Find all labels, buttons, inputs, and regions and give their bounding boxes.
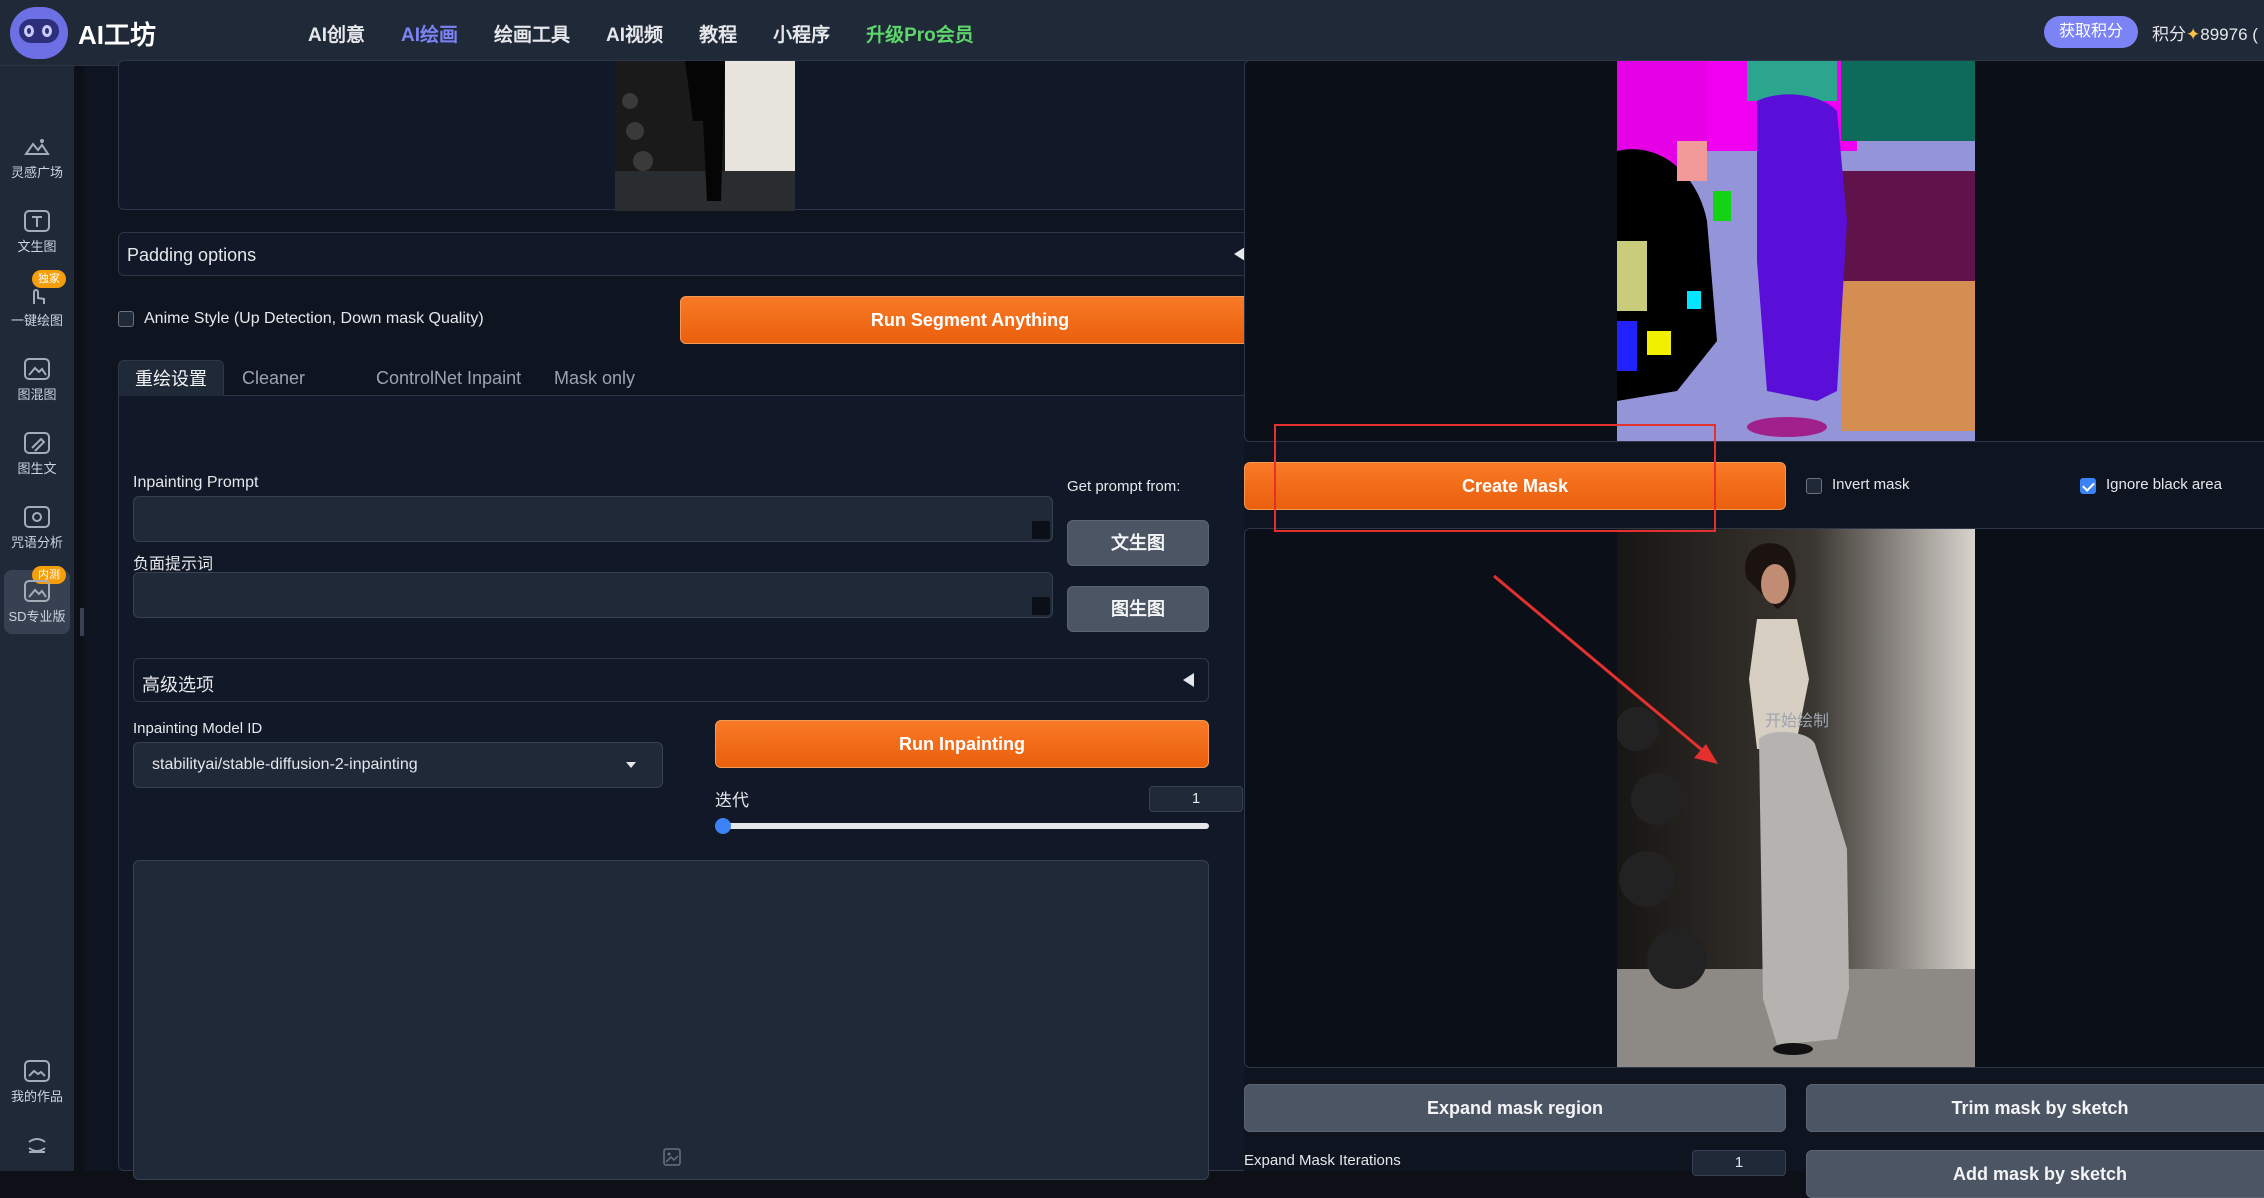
sidebar-item-label: 一键绘图: [10, 313, 63, 328]
sketch-canvas[interactable]: 开始绘制: [1244, 528, 2264, 1068]
ignore-black-area-label: Ignore black area: [2106, 476, 2222, 493]
invert-mask-checkbox[interactable]: [1806, 478, 1822, 494]
sidebar-item-my-works[interactable]: 我的作品: [4, 1050, 70, 1114]
anime-style-label: Anime Style (Up Detection, Down mask Qua…: [144, 310, 484, 327]
sidebar-item-inspiration[interactable]: 灵感广场: [4, 126, 70, 190]
nav-tutorials[interactable]: 教程: [699, 20, 737, 47]
add-mask-by-sketch-button[interactable]: Add mask by sketch: [1806, 1150, 2264, 1198]
negative-prompt-label: 负面提示词: [133, 556, 214, 573]
sidebar-item-img-mix[interactable]: 图混图: [4, 348, 70, 412]
text-icon: [24, 210, 50, 232]
sketch-source-photo: [1617, 529, 1975, 1067]
iterations-slider-track[interactable]: [715, 823, 1209, 829]
sidebar-item-label: SD专业版: [8, 609, 66, 624]
points-label: 积分: [2152, 25, 2186, 44]
left-sidebar: 灵感广场 文生图 独家 一键绘图 图混图 图生文 咒语分析 内测 SD专业版 我…: [0, 66, 74, 1171]
sidebar-item-settings[interactable]: [4, 1124, 70, 1188]
inpaint-tabs: 重绘设置 Cleaner ControlNet Inpaint Mask onl…: [118, 360, 1260, 396]
get-prompt-txt2img-button[interactable]: 文生图: [1067, 520, 1209, 566]
expand-mask-region-button[interactable]: Expand mask region: [1244, 1084, 1786, 1132]
points-display: 积分✦89976 (: [2152, 20, 2258, 45]
sidebar-item-img2text[interactable]: 图生文: [4, 422, 70, 486]
settings-icon: [24, 1134, 50, 1156]
ignore-black-area-checkbox[interactable]: [2080, 478, 2096, 494]
segmentation-result-image: [1244, 60, 2264, 442]
sidebar-item-label: 灵感广场: [10, 165, 63, 180]
inpainted-output-image: [133, 860, 1209, 1180]
robot-logo-icon: [10, 7, 68, 59]
sidebar-item-label: 图生文: [17, 461, 57, 476]
sidebar-item-prompt-analysis[interactable]: 咒语分析: [4, 496, 70, 560]
run-inpainting-button[interactable]: Run Inpainting: [715, 720, 1209, 768]
sidebar-item-txt2img[interactable]: 文生图: [4, 200, 70, 264]
sidebar-item-one-click[interactable]: 独家 一键绘图: [4, 270, 70, 338]
tab-inpaint-settings[interactable]: 重绘设置: [118, 360, 224, 396]
mask-panel: Create Mask Invert mask Ignore black are…: [1244, 60, 2264, 1198]
get-prompt-from-label: Get prompt from:: [1067, 478, 1181, 495]
segment-anything-panel: Padding options Anime Style (Up Detectio…: [84, 60, 1260, 1180]
gallery-icon: [24, 1060, 50, 1082]
logo-text: AI工坊: [78, 19, 157, 50]
negative-prompt-input[interactable]: [133, 572, 1053, 618]
iterations-input[interactable]: 1: [1149, 786, 1243, 812]
sd-icon: [24, 580, 50, 602]
trim-mask-by-sketch-button[interactable]: Trim mask by sketch: [1806, 1084, 2264, 1132]
expand-mask-iterations-input[interactable]: 1: [1692, 1150, 1786, 1176]
sidebar-item-sd-pro[interactable]: 内测 SD专业版: [4, 566, 70, 634]
expand-mask-iterations-label: Expand Mask Iterations: [1244, 1152, 1401, 1169]
logo[interactable]: AI工坊: [10, 6, 156, 60]
inpaint-settings-body: Inpainting Prompt 负面提示词 Get prompt from:…: [118, 396, 1260, 1180]
anime-style-checkbox[interactable]: [118, 311, 134, 327]
input-image-card[interactable]: [118, 60, 1260, 211]
triangle-left-icon: [1183, 673, 1194, 687]
advanced-options-accordion[interactable]: 高级选项: [133, 658, 1209, 702]
advanced-options-title: 高级选项: [142, 675, 214, 695]
tab-cleaner[interactable]: Cleaner: [242, 360, 305, 396]
segmentation-map: [1617, 61, 1975, 441]
image-mix-icon: [24, 358, 50, 380]
top-navigation-bar: AI工坊 AI创意 AI绘画 绘画工具 AI视频 教程 小程序 升级Pro会员 …: [0, 0, 2264, 66]
nav-painting-tools[interactable]: 绘画工具: [494, 20, 570, 47]
iterations-slider-thumb[interactable]: [715, 818, 731, 834]
invert-mask-label: Invert mask: [1832, 476, 1910, 493]
sidebar-item-label: 咒语分析: [10, 535, 63, 550]
inpainting-prompt-input[interactable]: [133, 496, 1053, 542]
hand-pointer-icon: [24, 284, 50, 306]
mountain-icon: [24, 136, 50, 158]
nav-ai-creative[interactable]: AI创意: [308, 20, 365, 47]
sketch-hint: 开始绘制: [1765, 713, 1830, 730]
tab-mask-only[interactable]: Mask only: [554, 360, 635, 396]
avatar-edge[interactable]: (: [2252, 25, 2258, 44]
padding-options-accordion[interactable]: Padding options: [118, 232, 1260, 276]
nav-ai-video[interactable]: AI视频: [606, 20, 663, 47]
model-id-value: stabilityai/stable-diffusion-2-inpaintin…: [152, 756, 418, 773]
run-segment-anything-button[interactable]: Run Segment Anything: [680, 296, 1260, 344]
sidebar-item-label: 图混图: [17, 387, 57, 402]
inpainting-prompt-label: Inpainting Prompt: [133, 474, 259, 491]
image-edit-icon: [24, 432, 50, 454]
nav-upgrade-pro[interactable]: 升级Pro会员: [866, 20, 974, 47]
chevron-down-icon: [626, 762, 636, 768]
image-placeholder-icon: [663, 1148, 681, 1166]
points-value: 89976: [2200, 25, 2248, 44]
tab-controlnet-inpaint[interactable]: ControlNet Inpaint: [376, 360, 521, 396]
sidebar-item-label: 我的作品: [10, 1089, 63, 1104]
nav-ai-painting[interactable]: AI绘画: [401, 20, 458, 47]
iterations-label: 迭代: [715, 791, 749, 810]
model-id-select[interactable]: stabilityai/stable-diffusion-2-inpaintin…: [133, 742, 663, 788]
padding-options-title: Padding options: [127, 245, 257, 265]
input-image-preview: [615, 61, 795, 211]
resize-handle[interactable]: [1032, 521, 1050, 539]
model-id-label: Inpainting Model ID: [133, 720, 263, 737]
nav-mini-program[interactable]: 小程序: [773, 20, 830, 47]
resize-handle[interactable]: [1032, 597, 1050, 615]
annotation-highlight-box: [1274, 424, 1716, 532]
main-nav: AI创意 AI绘画 绘画工具 AI视频 教程 小程序 升级Pro会员: [308, 0, 1010, 66]
analysis-icon: [24, 506, 50, 528]
diamond-icon: ✦: [2186, 25, 2201, 44]
get-points-button[interactable]: 获取积分: [2044, 16, 2138, 48]
get-prompt-img2img-button[interactable]: 图生图: [1067, 586, 1209, 632]
sidebar-item-label: 文生图: [17, 239, 57, 254]
